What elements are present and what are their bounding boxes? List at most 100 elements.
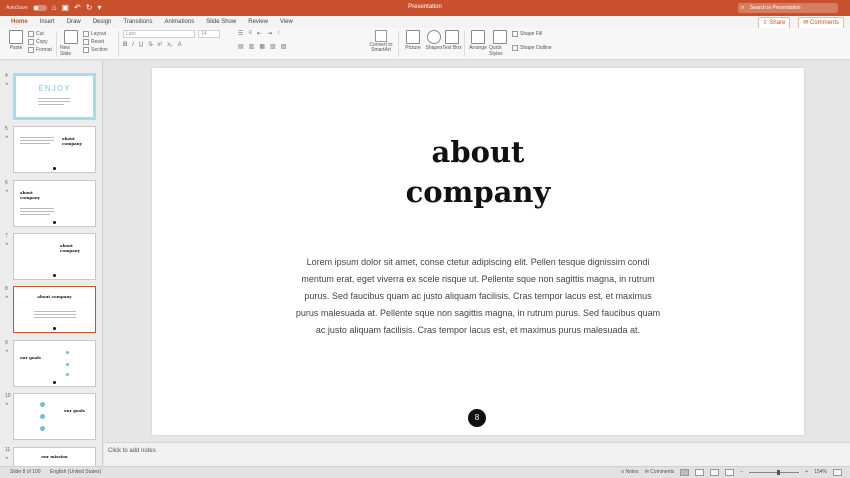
picture-button[interactable]: Picture: [402, 30, 424, 51]
tab-view[interactable]: View: [274, 16, 299, 28]
underline-icon[interactable]: U̲: [139, 42, 143, 49]
bullets-icon[interactable]: ☰: [238, 30, 243, 37]
share-label: Share: [769, 20, 786, 26]
shape-fill-button[interactable]: Shape Fill: [512, 30, 552, 38]
tab-design[interactable]: Design: [87, 16, 118, 28]
align-right-icon[interactable]: ▦: [259, 43, 265, 50]
zoom-out-icon[interactable]: −: [740, 467, 743, 478]
reset-button[interactable]: Reset: [83, 38, 108, 46]
line-spacing-icon[interactable]: ↕: [277, 30, 280, 37]
layout-label: Layout: [91, 31, 107, 37]
tab-slide-show[interactable]: Slide Show: [200, 16, 242, 28]
paint-bucket-icon: [512, 31, 518, 37]
slide-title[interactable]: about company: [152, 132, 804, 212]
tab-animations[interactable]: Animations: [159, 16, 201, 28]
thumbnail-page-dot: [53, 167, 56, 170]
subscript-icon[interactable]: x₂: [167, 42, 172, 49]
shape-outline-button[interactable]: Shape Outline: [512, 44, 552, 52]
slide-page-number: 8: [468, 409, 486, 427]
slide-thumbnail[interactable]: ENJOY: [13, 73, 96, 120]
slide-thumbnail[interactable]: our mission: [13, 447, 96, 466]
tab-transitions[interactable]: Transitions: [117, 16, 158, 28]
strike-icon[interactable]: S̶: [148, 42, 152, 49]
italic-icon[interactable]: 𝐼: [132, 42, 134, 49]
thumbnail-text-line: [20, 214, 50, 215]
align-center-icon[interactable]: ▥: [249, 43, 255, 50]
font-name-select[interactable]: Lato: [123, 30, 195, 38]
arrange-group: Arrange: [467, 30, 489, 51]
smartart-icon[interactable]: [375, 30, 387, 42]
title-bar: AutoSave ⌂ ▣ ↶ ↻ ▾ Presentation ⌕ Search…: [0, 0, 850, 16]
zoom-slider-handle[interactable]: [777, 470, 781, 475]
reading-view-button[interactable]: [710, 469, 720, 476]
tab-review[interactable]: Review: [242, 16, 274, 28]
notes-toggle[interactable]: ≡ Notes: [621, 467, 638, 478]
slideshow-button[interactable]: [725, 469, 735, 476]
search-box[interactable]: ⌕ Search in Presentation: [738, 3, 838, 13]
thumbnail-title: about company: [60, 243, 80, 253]
arrange-label: Arrange: [469, 45, 487, 51]
new-slide-button[interactable]: New Slide: [60, 30, 82, 57]
slide-body-text[interactable]: Lorem ipsum dolor sit amet, conse ctetur…: [292, 254, 664, 339]
font-color-icon[interactable]: A: [178, 42, 182, 49]
tab-draw[interactable]: Draw: [61, 16, 87, 28]
justify-icon[interactable]: ▧: [270, 43, 276, 50]
align-left-icon[interactable]: ▤: [238, 43, 244, 50]
thumbnail-title: ENJOY: [38, 84, 71, 93]
paragraph-group: ☰ ≡ ⇤ ⇥ ↕ ▤ ▥ ▦ ▧ ▨: [238, 30, 358, 50]
fit-to-window-icon[interactable]: [833, 469, 842, 476]
zoom-slider[interactable]: [749, 470, 800, 475]
zoom-level[interactable]: 154%: [814, 467, 827, 478]
numbering-icon[interactable]: ≡: [248, 30, 252, 37]
ribbon-divider: [56, 31, 57, 57]
format-painter-button[interactable]: Format: [28, 46, 52, 54]
language-indicator[interactable]: English (United States): [50, 467, 101, 478]
increase-indent-icon[interactable]: ⇥: [267, 30, 272, 37]
slide-thumbnail-panel[interactable]: 4 ★ ENJOY 5 ★ about company 6 ★ about co…: [0, 61, 103, 466]
notes-pane[interactable]: Click to add notes: [104, 442, 850, 466]
thumbnail-text-line: [34, 314, 76, 315]
arrange-button[interactable]: Arrange: [467, 30, 489, 51]
slide-thumbnail[interactable]: about company: [13, 233, 96, 280]
cut-button[interactable]: Cut: [28, 30, 52, 38]
cut-label: Cut: [36, 31, 44, 37]
quick-styles-button[interactable]: Quick Styles: [489, 30, 511, 57]
quick-styles-label: Quick Styles: [489, 45, 503, 57]
slide-canvas[interactable]: about company Lorem ipsum dolor sit amet…: [104, 61, 850, 442]
slide-thumbnail[interactable]: our goals: [13, 340, 96, 387]
ribbon: Paste Cut Copy Format New Slide Layout R…: [0, 28, 850, 60]
font-size-select[interactable]: 14: [198, 30, 220, 38]
section-label: Section: [91, 47, 108, 53]
slide-title-line-2: company: [405, 175, 551, 209]
text-box-label: Text Box: [442, 45, 462, 51]
bold-icon[interactable]: 𝐁: [123, 42, 127, 49]
text-box-button[interactable]: Text Box: [441, 30, 463, 51]
paste-button[interactable]: Paste: [5, 30, 27, 51]
layout-button[interactable]: Layout: [83, 30, 108, 38]
decrease-indent-icon[interactable]: ⇤: [257, 30, 262, 37]
thumbnail-marker: [66, 363, 69, 366]
slide-sorter-button[interactable]: [695, 469, 705, 476]
comments-toggle[interactable]: ✉ Comments: [645, 467, 675, 478]
tab-insert[interactable]: Insert: [34, 16, 61, 28]
pen-icon: [512, 45, 518, 51]
copy-button[interactable]: Copy: [28, 38, 52, 46]
status-controls: ≡ Notes ✉ Comments − + 154%: [621, 467, 842, 478]
normal-view-button[interactable]: [680, 469, 690, 476]
quick-styles-group: Quick Styles: [489, 30, 511, 57]
slide-thumbnail[interactable]: about company: [13, 180, 96, 227]
thumbnail-page-dot: [53, 221, 56, 224]
slide-thumbnail[interactable]: about company: [13, 126, 96, 173]
slide-thumbnail-selected[interactable]: about company: [13, 286, 96, 333]
font-group: Lato 14 𝐁 𝐼 U̲ S̶ x² x₂ A: [123, 30, 233, 49]
slide-number: 5: [5, 126, 8, 132]
section-button[interactable]: Section: [83, 46, 108, 54]
current-slide[interactable]: about company Lorem ipsum dolor sit amet…: [152, 68, 804, 435]
copy-label: Copy: [36, 39, 48, 45]
columns-icon[interactable]: ▨: [281, 43, 287, 50]
tab-home[interactable]: Home: [5, 16, 34, 29]
zoom-in-icon[interactable]: +: [805, 467, 808, 478]
superscript-icon[interactable]: x²: [157, 42, 162, 49]
slide-thumbnail[interactable]: our goals: [13, 393, 96, 440]
ribbon-tabs: Home Insert Draw Design Transitions Anim…: [0, 16, 850, 29]
